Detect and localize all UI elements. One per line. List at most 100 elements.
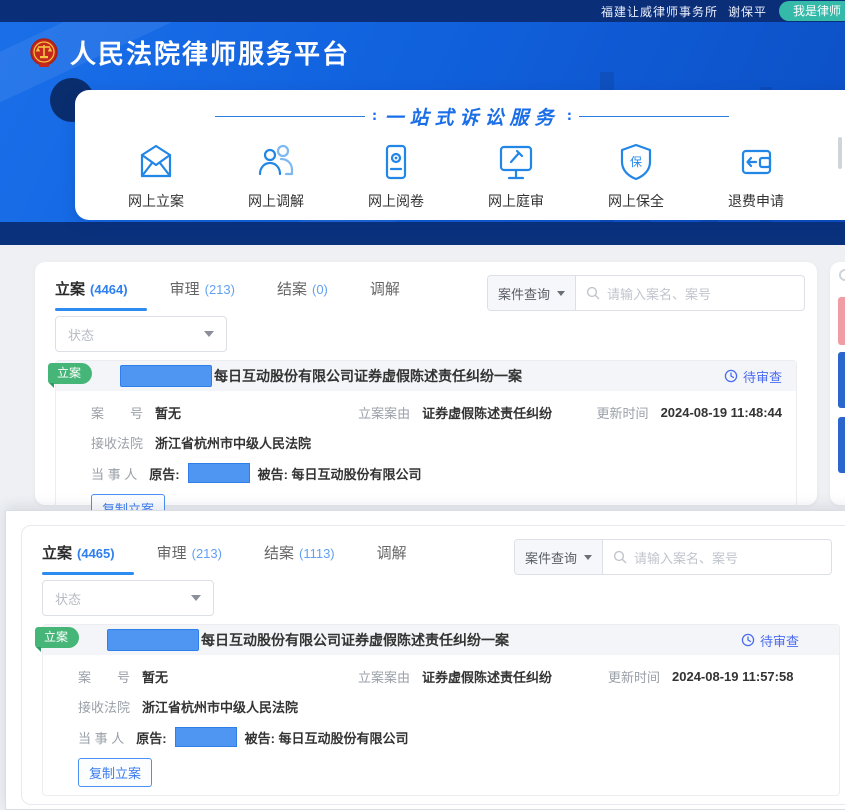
case-stage-badge: 立案 bbox=[35, 627, 80, 652]
chevron-down-icon bbox=[191, 595, 201, 601]
tab-jiean[interactable]: 结案 (1113) bbox=[264, 542, 335, 563]
case-header: 每日互动股份有限公司证券虚假陈述责任纠纷一案 待审查 bbox=[43, 625, 839, 655]
redacted-text bbox=[107, 629, 199, 651]
search-input[interactable]: 请输入案名、案号 bbox=[603, 540, 831, 574]
cause-value: 证券虚假陈述责任纠纷 bbox=[422, 670, 553, 685]
court-label: 接收法院 bbox=[91, 436, 144, 451]
case-no-label: 案 号 bbox=[91, 406, 144, 421]
tab-tiaojie[interactable]: 调解 bbox=[370, 278, 400, 299]
case-status: 待审查 bbox=[741, 631, 799, 650]
hero-banner: 人民法院律师服务平台 ∶ 一站式诉讼服务 ∶ 网上立案 网上调解 网上阅卷 网上… bbox=[0, 22, 845, 245]
one-stop-service-card: ∶ 一站式诉讼服务 ∶ 网上立案 网上调解 网上阅卷 网上庭审 保 网上保全 退… bbox=[75, 90, 845, 220]
defendant-value: 被告: 每日互动股份有限公司 bbox=[257, 466, 422, 482]
party-label: 当 事 人 bbox=[91, 466, 138, 482]
case-stage-badge: 立案 bbox=[48, 363, 93, 388]
court-value: 浙江省杭州市中级人民法院 bbox=[155, 436, 312, 451]
case-search-group: 案件查询 请输入案名、案号 bbox=[514, 539, 832, 575]
mail-icon bbox=[140, 144, 172, 178]
active-tab-underline bbox=[42, 572, 134, 575]
search-type-dropdown[interactable]: 案件查询 bbox=[488, 276, 577, 310]
case-title[interactable]: 每日互动股份有限公司证券虚假陈述责任纠纷一案 bbox=[214, 366, 522, 386]
search-placeholder: 请输入案名、案号 bbox=[634, 550, 739, 566]
side-panel-fragment bbox=[830, 262, 845, 505]
site-title: 人民法院律师服务平台 bbox=[70, 39, 351, 69]
clock-icon bbox=[724, 369, 738, 383]
plaintiff-label: 原告: bbox=[149, 466, 180, 482]
service-online-file-review[interactable]: 网上阅卷 bbox=[359, 142, 433, 211]
case-list-card-1: 立案 (4464) 审理 (213) 结案 (0) 调解 案件查询 请输入案名、案号 … bbox=[35, 262, 817, 532]
service-label: 网上调解 bbox=[248, 193, 304, 209]
tab-count: (0) bbox=[311, 282, 328, 297]
case-list-card-2: 立案 (4465) 审理 (213) 结案 (1113) 调解 案件查询 请输入… bbox=[21, 525, 845, 805]
banner-title: 一站式诉讼服务 bbox=[384, 107, 560, 129]
account-info: 福建让威律师事务所 谢保平 bbox=[601, 3, 767, 20]
active-tab-underline bbox=[55, 308, 147, 311]
fragment-blue-item[interactable] bbox=[838, 352, 845, 408]
search-type-dropdown[interactable]: 案件查询 bbox=[515, 540, 604, 574]
document-eye-icon bbox=[385, 144, 407, 180]
chevron-down-icon bbox=[557, 290, 566, 296]
brand: 人民法院律师服务平台 bbox=[28, 34, 350, 71]
fragment-blue-item[interactable] bbox=[838, 417, 845, 473]
court-value: 浙江省杭州市中级人民法院 bbox=[142, 700, 299, 715]
service-refund-request[interactable]: 退费申请 bbox=[719, 142, 793, 211]
tab-jiean[interactable]: 结案 (0) bbox=[277, 278, 328, 299]
tab-tiaojie[interactable]: 调解 bbox=[377, 542, 407, 563]
wallet-refund-icon bbox=[741, 149, 772, 175]
search-icon bbox=[586, 286, 600, 300]
service-label: 退费申请 bbox=[728, 193, 784, 209]
service-online-preservation[interactable]: 保 网上保全 bbox=[599, 142, 673, 211]
tab-count: (213) bbox=[204, 282, 235, 297]
service-menu: 网上立案 网上调解 网上阅卷 网上庭审 保 网上保全 退费申请 bbox=[119, 142, 845, 211]
service-label: 网上立案 bbox=[128, 193, 184, 209]
tab-shenli[interactable]: 审理 (213) bbox=[170, 278, 235, 299]
clock-icon bbox=[741, 633, 755, 647]
service-online-trial[interactable]: 网上庭审 bbox=[479, 142, 553, 211]
case-details: 案 号暂无 立案案由 证券虚假陈述责任纠纷 更新时间 2024-08-19 11:5… bbox=[43, 655, 839, 795]
status-filter-select[interactable]: 状态 bbox=[55, 316, 227, 352]
case-no-value: 暂无 bbox=[142, 670, 169, 685]
case-title[interactable]: 每日互动股份有限公司证券虚假陈述责任纠纷一案 bbox=[201, 630, 509, 650]
fragment-pink-item[interactable] bbox=[838, 297, 845, 345]
redacted-text bbox=[187, 463, 250, 483]
search-icon bbox=[613, 550, 627, 564]
service-online-filing[interactable]: 网上立案 bbox=[119, 142, 193, 211]
tab-count: (4465) bbox=[77, 546, 115, 561]
redacted-text bbox=[174, 727, 237, 747]
case-no-label: 案 号 bbox=[78, 670, 131, 685]
status-filter-select[interactable]: 状态 bbox=[42, 580, 214, 616]
cause-value: 证券虚假陈述责任纠纷 bbox=[422, 406, 553, 421]
case-header: 每日互动股份有限公司证券虚假陈述责任纠纷一案 待审查 bbox=[56, 361, 796, 391]
shield-icon: 保 bbox=[620, 143, 652, 181]
updated-label: 更新时间 bbox=[608, 670, 661, 685]
tab-count: (4464) bbox=[90, 282, 128, 297]
svg-text:保: 保 bbox=[630, 155, 642, 169]
circle-icon bbox=[839, 269, 845, 281]
case-item: 立案 每日互动股份有限公司证券虚假陈述责任纠纷一案 待审查 案 号暂无 立案案由… bbox=[35, 624, 840, 796]
tab-count: (1113) bbox=[298, 546, 335, 561]
service-label: 网上庭审 bbox=[488, 193, 544, 209]
service-label: 网上阅卷 bbox=[368, 193, 424, 209]
chevron-down-icon bbox=[584, 554, 593, 560]
tab-lian[interactable]: 立案 (4465) bbox=[42, 542, 115, 563]
tab-shenli[interactable]: 审理 (213) bbox=[157, 542, 222, 563]
scrollbar-thumb[interactable] bbox=[838, 137, 842, 169]
copy-filing-button[interactable]: 复制立案 bbox=[78, 758, 153, 787]
tab-lian[interactable]: 立案 (4464) bbox=[55, 278, 128, 299]
monitor-gavel-icon bbox=[499, 145, 533, 180]
case-status: 待审查 bbox=[724, 367, 782, 386]
i-am-lawyer-button[interactable]: 我是律师 bbox=[778, 1, 845, 21]
search-input[interactable]: 请输入案名、案号 bbox=[576, 276, 804, 310]
party-label: 当 事 人 bbox=[78, 730, 125, 746]
cause-label: 立案案由 bbox=[358, 670, 411, 685]
redacted-text bbox=[120, 365, 212, 387]
decorative-mark: ∶ bbox=[567, 108, 572, 124]
defendant-value: 被告: 每日互动股份有限公司 bbox=[244, 730, 409, 746]
court-emblem-logo bbox=[30, 37, 58, 67]
status-label: 待审查 bbox=[742, 369, 782, 385]
case-no-value: 暂无 bbox=[155, 406, 182, 421]
status-label: 待审查 bbox=[759, 633, 799, 649]
banner-title-row: ∶ 一站式诉讼服务 ∶ bbox=[75, 103, 845, 130]
service-online-mediation[interactable]: 网上调解 bbox=[239, 142, 313, 211]
decorative-mark: ∶ bbox=[372, 108, 377, 124]
